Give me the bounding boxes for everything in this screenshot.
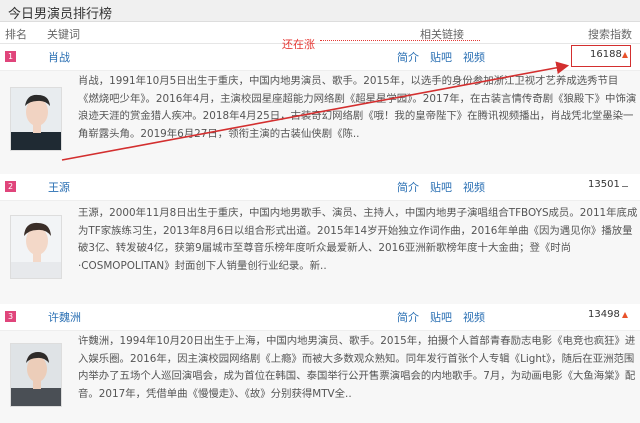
rank-badge: 3 bbox=[5, 311, 16, 322]
keyword-link[interactable]: 王源 bbox=[48, 179, 70, 195]
rank-badge: 1 bbox=[5, 51, 16, 62]
tieba-link[interactable]: 贴吧 bbox=[430, 179, 452, 195]
keyword-link[interactable]: 肖战 bbox=[48, 49, 70, 65]
video-link[interactable]: 视频 bbox=[463, 179, 485, 195]
page-title: 今日男演员排行榜 bbox=[8, 7, 113, 22]
header-keyword: 关键词 bbox=[47, 28, 80, 41]
description: 王源，2000年11月8日出生于重庆，中国内地男歌手、演员、主持人，中国内地男子… bbox=[78, 207, 638, 272]
video-link[interactable]: 视频 bbox=[463, 309, 485, 325]
description: 许魏洲，1994年10月20日出生于上海，中国内地男演员、歌手。2015年，拍摄… bbox=[78, 335, 636, 400]
table-row-body: 王源，2000年11月8日出生于重庆，中国内地男歌手、演员、主持人，中国内地男子… bbox=[0, 200, 640, 304]
avatar[interactable] bbox=[10, 343, 62, 407]
avatar[interactable] bbox=[10, 215, 62, 279]
annotation-dotted-line bbox=[320, 40, 480, 41]
header-index: 搜索指数 bbox=[588, 28, 632, 41]
annotation-note: 还在涨 bbox=[282, 38, 315, 51]
trend-up-icon bbox=[622, 312, 628, 318]
tieba-link[interactable]: 贴吧 bbox=[430, 49, 452, 65]
page-title-bar: 今日男演员排行榜 bbox=[0, 0, 640, 22]
search-index-value: 13501 bbox=[588, 179, 620, 190]
intro-link[interactable]: 简介 bbox=[397, 49, 419, 65]
video-link[interactable]: 视频 bbox=[463, 49, 485, 65]
table-row-head: 1 肖战 简介 贴吧 视频 16188 bbox=[0, 46, 640, 68]
keyword-link[interactable]: 许魏洲 bbox=[48, 309, 81, 325]
intro-link[interactable]: 简介 bbox=[397, 179, 419, 195]
table-row-body: 许魏洲，1994年10月20日出生于上海，中国内地男演员、歌手。2015年，拍摄… bbox=[0, 330, 640, 423]
avatar[interactable] bbox=[10, 87, 62, 151]
table-row-body: 肖战，1991年10月5日出生于重庆，中国内地男演员、歌手。2015年，以选手的… bbox=[0, 70, 640, 174]
header-rank: 排名 bbox=[5, 28, 27, 41]
description: 肖战，1991年10月5日出生于重庆，中国内地男演员、歌手。2015年，以选手的… bbox=[78, 75, 637, 140]
intro-link[interactable]: 简介 bbox=[397, 309, 419, 325]
search-index-value: 13498 bbox=[588, 309, 620, 320]
trend-flat-icon bbox=[622, 186, 628, 187]
tieba-link[interactable]: 贴吧 bbox=[430, 309, 452, 325]
table-row-head: 3 许魏洲 简介 贴吧 视频 13498 bbox=[0, 306, 640, 328]
table-row-head: 2 王源 简介 贴吧 视频 13501 bbox=[0, 176, 640, 198]
annotation-highlight-box bbox=[571, 45, 631, 67]
rank-badge: 2 bbox=[5, 181, 16, 192]
